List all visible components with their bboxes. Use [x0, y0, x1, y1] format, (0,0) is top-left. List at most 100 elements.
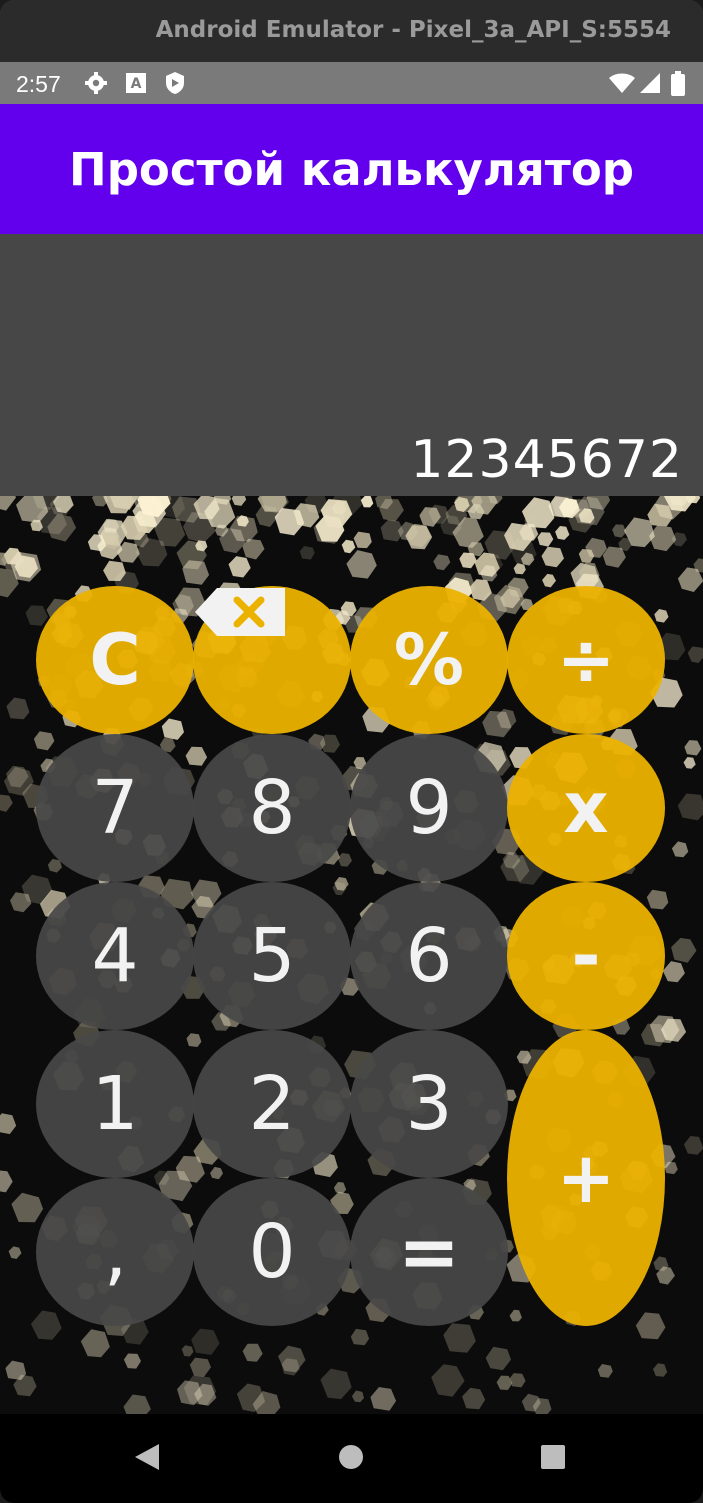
sparkle — [341, 539, 356, 554]
display-value: 12345672 — [410, 430, 683, 490]
emulator-title-bar: Android Emulator - Pixel_3a_API_S:5554 — [0, 0, 703, 62]
sparkle — [509, 1373, 526, 1388]
sparkle — [25, 605, 48, 626]
sparkle — [612, 524, 627, 538]
sparkle — [80, 1329, 110, 1358]
app-bar: Простой калькулятор — [0, 104, 703, 234]
sparkle — [380, 519, 404, 542]
sparkle — [662, 961, 685, 983]
sparkle — [30, 1310, 62, 1340]
sparkle — [433, 554, 451, 571]
sparkle — [683, 1136, 703, 1155]
digit-1-button[interactable]: 1 — [36, 1030, 194, 1178]
back-icon[interactable] — [133, 1442, 161, 1472]
sparkle — [653, 1363, 668, 1377]
sparkle — [671, 841, 689, 858]
digit-6-button[interactable]: 6 — [350, 882, 508, 1030]
sparkle — [123, 1394, 151, 1414]
svg-text:A: A — [131, 76, 142, 92]
sparkle — [337, 853, 352, 867]
status-time: 2:57 — [16, 71, 61, 97]
sparkle — [123, 1353, 141, 1369]
sparkle — [687, 646, 703, 663]
emulator-window: Android Emulator - Pixel_3a_API_S:5554 2… — [0, 0, 703, 1503]
percent-button[interactable]: % — [350, 586, 508, 734]
sparkle — [351, 1390, 364, 1403]
home-icon[interactable] — [337, 1442, 365, 1472]
a-icon: A — [126, 73, 146, 93]
digit-2-button[interactable]: 2 — [193, 1030, 351, 1178]
sparkle — [210, 1166, 223, 1180]
backspace-button[interactable] — [193, 586, 351, 734]
sparkle — [189, 1357, 211, 1377]
status-bar: 2:57 A — [0, 62, 703, 104]
digit-5-button[interactable]: 5 — [193, 882, 351, 1030]
sparkle — [228, 556, 251, 578]
window-title: Android Emulator - Pixel_3a_API_S:5554 — [155, 17, 671, 43]
digit-9-button[interactable]: 9 — [350, 734, 508, 882]
sparkle — [671, 937, 697, 963]
sparkle — [496, 1375, 513, 1390]
recents-icon[interactable] — [539, 1442, 567, 1472]
multiply-button[interactable]: x — [507, 734, 665, 882]
divide-button[interactable]: ÷ — [507, 586, 665, 734]
navigation-bar — [0, 1414, 703, 1503]
sparkle — [353, 531, 372, 549]
sparkle — [231, 496, 247, 506]
sparkle — [185, 746, 208, 766]
sparkle — [542, 573, 556, 588]
sparkle — [161, 718, 184, 740]
sparkle — [443, 1323, 476, 1353]
sparkle — [11, 1192, 44, 1223]
sparkle — [6, 697, 30, 720]
sparkle — [186, 1033, 202, 1047]
gear-icon — [85, 72, 107, 94]
sparkle — [683, 757, 696, 769]
sparkle — [597, 1364, 613, 1378]
sparkle — [462, 1387, 486, 1410]
sparkle — [360, 496, 374, 508]
sparkle — [485, 1346, 511, 1371]
sparkle — [181, 1345, 194, 1357]
sparkle — [537, 532, 554, 547]
calculator-display: 12345672 — [0, 234, 703, 496]
sparkle — [33, 731, 55, 751]
plus-button[interactable]: + — [507, 1030, 665, 1326]
wifi-icon — [609, 73, 635, 93]
equals-button[interactable]: = — [350, 1178, 508, 1326]
digit-0-button[interactable]: 0 — [193, 1178, 351, 1326]
battery-icon — [671, 71, 685, 96]
sparkle — [555, 526, 570, 540]
digit-7-button[interactable]: 7 — [36, 734, 194, 882]
sparkle — [0, 1170, 13, 1193]
signal-icon — [640, 73, 660, 93]
sparkle — [370, 1387, 397, 1411]
sparkle — [431, 1364, 465, 1397]
sparkle — [0, 496, 16, 511]
sparkle — [5, 1360, 27, 1380]
digit-3-button[interactable]: 3 — [350, 1030, 508, 1178]
digit-4-button[interactable]: 4 — [36, 882, 194, 1030]
digit-8-button[interactable]: 8 — [193, 734, 351, 882]
sparkle — [646, 889, 669, 910]
shield-icon — [166, 72, 184, 94]
sparkle — [346, 550, 377, 579]
sparkle — [677, 793, 703, 821]
sparkle — [8, 1246, 22, 1259]
sparkle — [299, 546, 315, 560]
sparkle — [513, 563, 526, 575]
backspace-icon — [195, 588, 285, 636]
sparkle — [333, 1182, 347, 1194]
sparkle — [350, 1328, 370, 1346]
sparkle — [274, 508, 305, 536]
sparkle — [0, 1113, 17, 1135]
keypad-background: C % ÷ 7 8 9 x 4 5 6 - 1 2 3 + ‚ 0 = — [0, 496, 703, 1414]
sparkle — [242, 538, 265, 560]
decimal-separator-button[interactable]: ‚ — [36, 1178, 194, 1326]
minus-button[interactable]: - — [507, 882, 665, 1030]
sparkle — [242, 1343, 263, 1362]
sparkle — [654, 609, 669, 623]
sparkle — [509, 1309, 522, 1322]
clear-button[interactable]: C — [36, 586, 194, 734]
sparkle — [182, 560, 210, 585]
